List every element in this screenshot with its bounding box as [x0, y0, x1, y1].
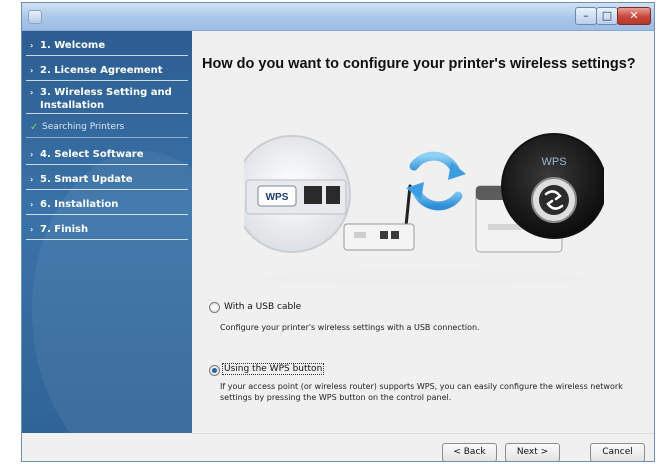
usb-cable-radio[interactable]	[209, 302, 220, 313]
chevron-right-icon: ›	[30, 88, 34, 97]
usb-cable-description: Configure your printer's wireless settin…	[220, 323, 480, 332]
wps-button-radio[interactable]	[209, 365, 220, 376]
check-icon: ✓	[30, 122, 39, 133]
installer-window: – □ ✕ › 1. Welcome › 2. License Agreemen…	[21, 2, 655, 462]
steps-sidebar: › 1. Welcome › 2. License Agreement › 3.…	[22, 31, 192, 433]
wizard-footer: < Back Next > Cancel	[192, 433, 654, 461]
title-bar[interactable]: – □ ✕	[22, 3, 654, 31]
wps-button-option-label[interactable]: Using the WPS button	[221, 363, 325, 375]
wps-setup-illustration: WPS WPS	[244, 133, 604, 286]
close-button[interactable]: ✕	[617, 7, 651, 25]
substep-searching-printers: ✓ Searching Printers	[26, 121, 188, 138]
step-smart-update: › 5. Smart Update	[26, 173, 188, 190]
maximize-button[interactable]: □	[596, 7, 618, 25]
router-wps-badge: WPS	[266, 192, 289, 203]
step-installation: › 6. Installation	[26, 198, 188, 215]
step-license-agreement: › 2. License Agreement	[26, 64, 188, 81]
step-wireless-setting: › 3. Wireless Setting and Installation	[26, 86, 188, 114]
next-button[interactable]: Next >	[505, 443, 560, 461]
chevron-right-icon: ›	[30, 200, 34, 209]
step-welcome: › 1. Welcome	[26, 39, 188, 56]
minimize-button[interactable]: –	[575, 7, 597, 25]
back-button[interactable]: < Back	[442, 443, 497, 461]
usb-cable-option-label[interactable]: With a USB cable	[224, 302, 301, 312]
app-icon	[28, 10, 42, 24]
wps-button-description: If your access point (or wireless router…	[220, 382, 623, 402]
printer-wps-label: WPS	[541, 156, 566, 168]
cancel-button[interactable]: Cancel	[590, 443, 645, 461]
sync-arrows-icon	[406, 151, 466, 211]
step-select-software: › 4. Select Software	[26, 148, 188, 165]
step-finish: › 7. Finish	[26, 223, 188, 240]
printer-zoom-circle: WPS	[501, 133, 604, 239]
page-title: How do you want to configure your printe…	[202, 56, 636, 72]
chevron-right-icon: ›	[30, 175, 34, 184]
chevron-right-icon: ›	[30, 66, 34, 75]
chevron-right-icon: ›	[30, 150, 34, 159]
chevron-right-icon: ›	[30, 41, 34, 50]
router-zoom-circle: WPS	[244, 135, 351, 253]
floor-shadow	[264, 270, 584, 286]
chevron-right-icon: ›	[30, 225, 34, 234]
router-graphic	[343, 184, 415, 251]
